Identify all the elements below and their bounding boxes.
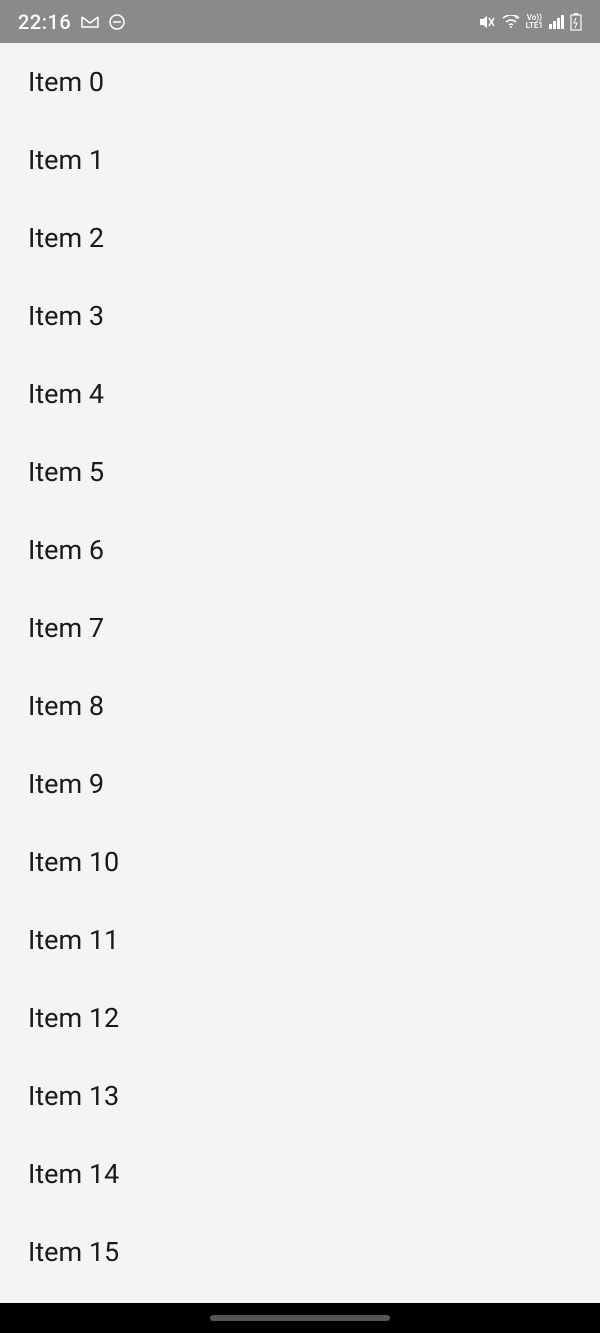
status-right: 6 Vo)) LTE1	[478, 13, 582, 31]
list-item[interactable]: Item 3	[0, 277, 600, 355]
svg-text:6: 6	[515, 15, 519, 21]
list-item[interactable]: Item 10	[0, 823, 600, 901]
list-item[interactable]: Item 6	[0, 511, 600, 589]
list-item[interactable]: Item 12	[0, 979, 600, 1057]
list-container[interactable]: Item 0 Item 1 Item 2 Item 3 Item 4 Item …	[0, 43, 600, 1303]
status-time: 22:16	[18, 10, 71, 34]
list-item[interactable]: Item 7	[0, 589, 600, 667]
list-item[interactable]: Item 1	[0, 121, 600, 199]
nav-handle[interactable]	[210, 1315, 390, 1321]
volte-icon: Vo)) LTE1	[526, 14, 543, 30]
navigation-bar	[0, 1303, 600, 1333]
list-item[interactable]: Item 4	[0, 355, 600, 433]
status-left: 22:16	[18, 10, 125, 34]
list-item[interactable]: Item 15	[0, 1213, 600, 1291]
list-item[interactable]: Item 13	[0, 1057, 600, 1135]
gmail-icon	[81, 15, 99, 29]
signal-icon	[549, 15, 564, 29]
mute-icon	[478, 14, 496, 30]
list-item[interactable]: Item 0	[0, 43, 600, 121]
wifi-icon: 6	[502, 15, 520, 29]
list-item[interactable]: Item 9	[0, 745, 600, 823]
list-item[interactable]: Item 8	[0, 667, 600, 745]
list-item[interactable]: Item 2	[0, 199, 600, 277]
list-item[interactable]: Item 5	[0, 433, 600, 511]
battery-icon	[570, 13, 582, 31]
dnd-icon	[109, 14, 125, 30]
list-item[interactable]: Item 11	[0, 901, 600, 979]
status-bar: 22:16 6	[0, 0, 600, 43]
list-item[interactable]: Item 14	[0, 1135, 600, 1213]
